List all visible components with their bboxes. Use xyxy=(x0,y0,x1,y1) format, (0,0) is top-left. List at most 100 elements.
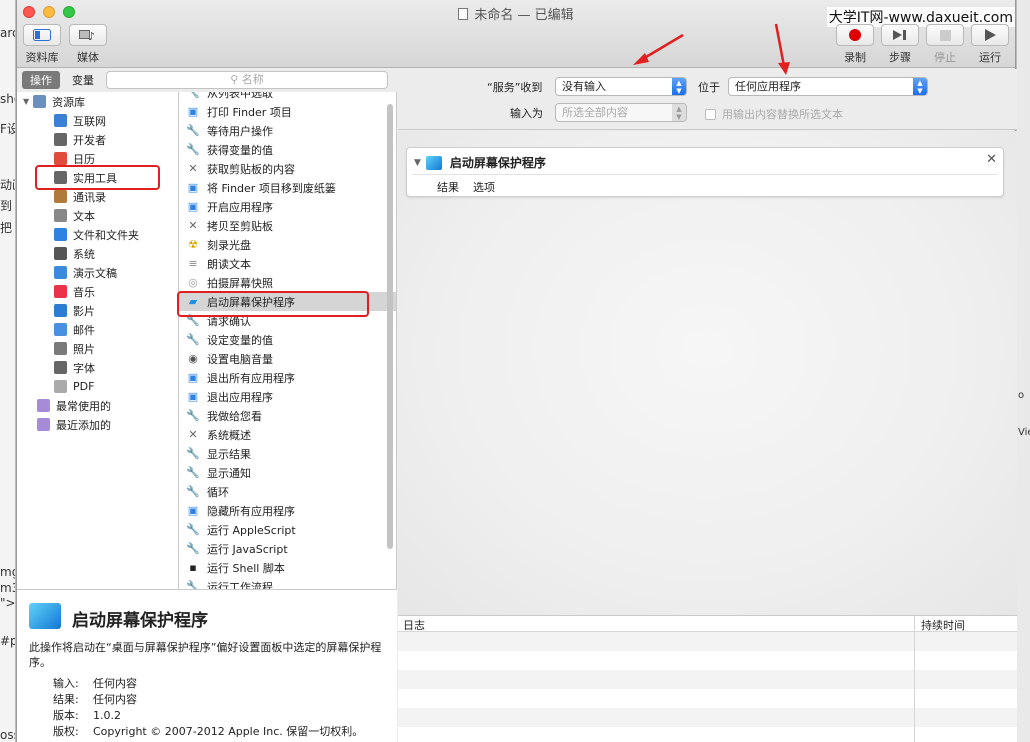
library-item[interactable]: ▼ 资源库 xyxy=(17,92,178,111)
background-text-fragment: #p xyxy=(0,634,16,648)
meta-copyright-key: 版权: xyxy=(53,725,79,738)
action-list-item[interactable]: 🔧 运行 AppleScript xyxy=(179,520,396,539)
library-item-label: 影片 xyxy=(73,304,95,318)
disclosure-triangle-icon[interactable]: ▼ xyxy=(414,158,421,168)
action-list-item[interactable]: 🔧 运行工作流程 xyxy=(179,577,396,589)
action-list-item[interactable]: ◉ 设置电脑音量 xyxy=(179,349,396,368)
meta-result-value: 任何内容 xyxy=(93,693,137,706)
run-button[interactable]: 运行 xyxy=(971,24,1009,65)
log-header: 日志 持续时间 xyxy=(398,616,1017,632)
media-button[interactable]: ♪ 媒体 xyxy=(69,24,107,65)
annotation-arrow-icon xyxy=(774,23,790,75)
action-list-item[interactable]: ✕ 系统概述 xyxy=(179,425,396,444)
action-list-item[interactable]: 🔧 循环 xyxy=(179,482,396,501)
highlight-box-screensaver-action xyxy=(177,291,369,317)
action-list-item-label: 运行 JavaScript xyxy=(207,542,288,556)
background-text-fragment: 到 xyxy=(0,199,13,213)
run-button-label: 运行 xyxy=(979,51,1001,64)
library-item[interactable]: PDF xyxy=(17,377,178,396)
workflow-action-tabs: 结果 选项 xyxy=(437,179,495,195)
tab-results[interactable]: 结果 xyxy=(437,179,459,195)
library-item-label: 最常使用的 xyxy=(56,399,111,413)
background-text-fragment: F设 xyxy=(0,122,15,136)
action-list-item-label: 隐藏所有应用程序 xyxy=(207,504,295,518)
step-icon xyxy=(881,24,919,46)
workflow-canvas[interactable]: ▼ 启动屏幕保护程序 ✕ 结果 选项 xyxy=(398,131,1017,615)
library-item-label: 演示文稿 xyxy=(73,266,117,280)
stop-icon xyxy=(926,24,964,46)
meta-result-key: 结果: xyxy=(53,693,79,706)
library-item[interactable]: 文本 xyxy=(17,206,178,225)
library-item[interactable]: 系统 xyxy=(17,244,178,263)
text-icon: ≡ xyxy=(188,257,198,270)
action-description: 启动屏幕保护程序 此操作将启动在“桌面与屏幕保护程序”偏好设置面板中选定的屏幕保… xyxy=(17,589,397,742)
record-button[interactable]: 录制 xyxy=(836,24,874,65)
action-list-item[interactable]: ≡ 朗读文本 xyxy=(179,254,396,273)
window-title-text: 未命名 — 已编辑 xyxy=(474,8,574,23)
action-list-item[interactable]: ▣ 打印 Finder 项目 xyxy=(179,102,396,121)
meta-version-value: 1.0.2 xyxy=(93,709,121,722)
media-button-label: 媒体 xyxy=(77,51,99,64)
replace-text-label: 用输出内容替换所选文本 xyxy=(722,108,843,121)
finder-icon: ▣ xyxy=(187,181,199,194)
action-list-item[interactable]: ▣ 将 Finder 项目移到废纸篓 xyxy=(179,178,396,197)
disclosure-triangle-icon[interactable]: ▼ xyxy=(23,97,29,106)
log-row xyxy=(398,727,1017,742)
action-list-item[interactable]: ▣ 开启应用程序 xyxy=(179,197,396,216)
library-item[interactable]: 最常使用的 xyxy=(17,396,178,415)
library-button[interactable]: 资料库 xyxy=(23,24,61,65)
library-item-label: 资源库 xyxy=(52,95,86,109)
action-list-item[interactable]: 🔧 从列表中选取 xyxy=(179,92,396,102)
input-is-popup[interactable]: 所选全部内容 ▲ ▼ xyxy=(555,103,687,122)
action-list-item[interactable]: 🔧 获得变量的值 xyxy=(179,140,396,159)
library-item[interactable]: 字体 xyxy=(17,358,178,377)
library-item[interactable]: 照片 xyxy=(17,339,178,358)
duration-column-header[interactable]: 持续时间 xyxy=(921,617,965,633)
action-list-item[interactable]: ☢ 刻录光盘 xyxy=(179,235,396,254)
tab-variables[interactable]: 变量 xyxy=(64,71,102,89)
application-popup[interactable]: 任何应用程序 ▲ ▼ xyxy=(728,77,928,96)
library-item[interactable]: 互联网 xyxy=(17,111,178,130)
description-title: 启动屏幕保护程序 xyxy=(72,611,208,631)
automator-icon: 🔧 xyxy=(186,409,200,422)
workflow-action-title: 启动屏幕保护程序 xyxy=(449,156,546,170)
column-divider xyxy=(914,616,915,742)
library-item[interactable]: 音乐 xyxy=(17,282,178,301)
action-list-item[interactable]: 🔧 显示通知 xyxy=(179,463,396,482)
search-icon: ⚲ xyxy=(230,73,239,86)
search-input[interactable]: ⚲ 名称 xyxy=(106,71,388,89)
finder-icon xyxy=(54,228,67,241)
smart-folder-icon xyxy=(37,399,50,412)
action-list-item[interactable]: 🔧 运行 JavaScript xyxy=(179,539,396,558)
tab-actions[interactable]: 操作 xyxy=(22,71,60,89)
action-list-item[interactable]: 🔧 我做给您看 xyxy=(179,406,396,425)
library-item-label: 最近添加的 xyxy=(56,418,111,432)
action-list-item[interactable]: 🔧 显示结果 xyxy=(179,444,396,463)
action-list-item[interactable]: ◎ 拍摄屏幕快照 xyxy=(179,273,396,292)
action-list-item[interactable]: ▣ 退出所有应用程序 xyxy=(179,368,396,387)
replace-text-checkbox[interactable]: 用输出内容替换所选文本 xyxy=(705,106,843,122)
action-list-item[interactable]: 🔧 等待用户操作 xyxy=(179,121,396,140)
action-list-scrollbar[interactable] xyxy=(387,104,393,549)
calendar-icon xyxy=(54,152,67,165)
library-item[interactable]: 开发者 xyxy=(17,130,178,149)
library-item[interactable]: 演示文稿 xyxy=(17,263,178,282)
service-receives-popup[interactable]: 没有输入 ▲ ▼ xyxy=(555,77,687,96)
tab-options[interactable]: 选项 xyxy=(473,179,495,195)
action-list-item[interactable]: ✕ 获取剪贴板的内容 xyxy=(179,159,396,178)
step-button[interactable]: 步骤 xyxy=(881,24,919,65)
action-list-item[interactable]: ✕ 拷贝至剪贴板 xyxy=(179,216,396,235)
library-item[interactable]: 文件和文件夹 xyxy=(17,225,178,244)
log-column-header[interactable]: 日志 xyxy=(403,617,425,633)
library-item[interactable]: 最近添加的 xyxy=(17,415,178,434)
finder-icon: ▣ xyxy=(187,371,199,384)
action-list-item[interactable]: 🔧 设定变量的值 xyxy=(179,330,396,349)
action-list-item[interactable]: ▪ 运行 Shell 脚本 xyxy=(179,558,396,577)
library-item[interactable]: 影片 xyxy=(17,301,178,320)
library-item[interactable]: 邮件 xyxy=(17,320,178,339)
action-list-item[interactable]: ▣ 隐藏所有应用程序 xyxy=(179,501,396,520)
action-list-item[interactable]: ▣ 退出应用程序 xyxy=(179,387,396,406)
stop-button[interactable]: 停止 xyxy=(926,24,964,65)
workflow-action-card[interactable]: ▼ 启动屏幕保护程序 ✕ 结果 选项 xyxy=(406,147,1004,197)
close-icon[interactable]: ✕ xyxy=(986,152,997,167)
